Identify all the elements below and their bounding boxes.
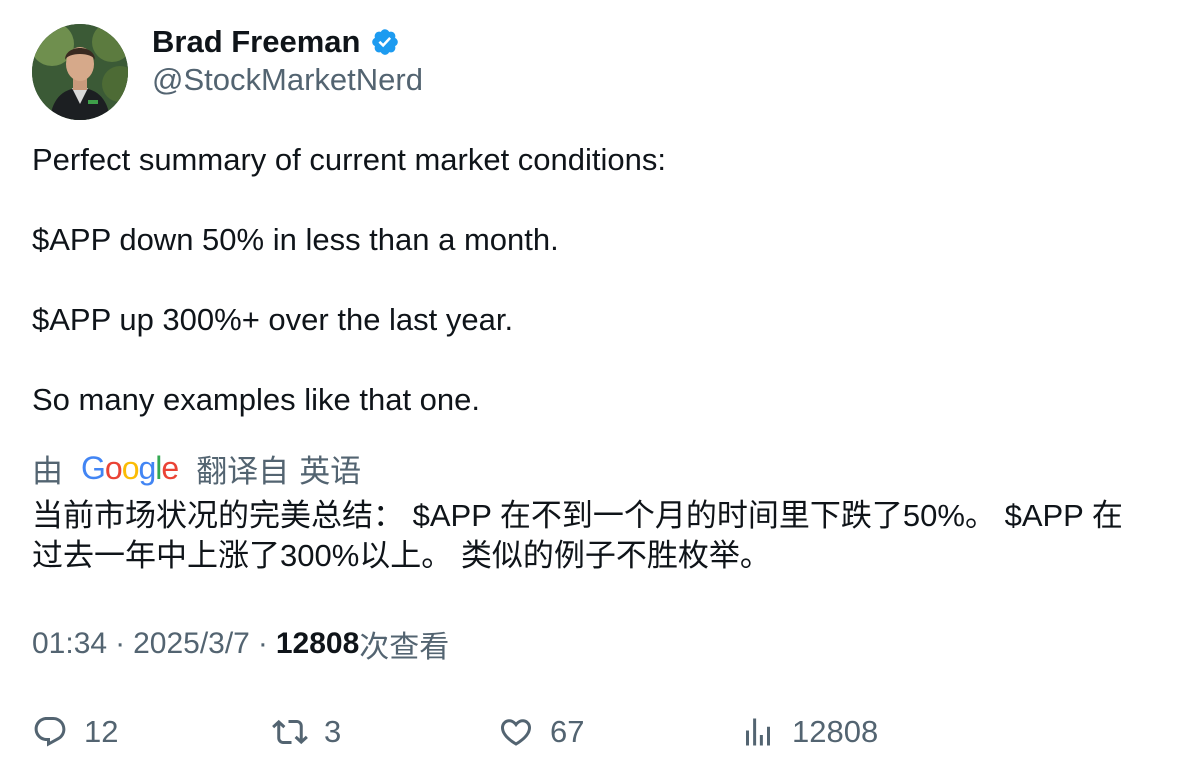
- views-action-count: 12808: [792, 714, 879, 749]
- tweet-line: So many examples like that one.: [32, 382, 481, 417]
- retweet-icon: [272, 719, 308, 745]
- google-logo: Google: [81, 449, 179, 486]
- source-language-link[interactable]: 英语: [299, 446, 361, 491]
- meta-separator: ·: [115, 627, 126, 660]
- reply-button[interactable]: 12: [32, 710, 118, 754]
- translation-suffix: 翻译自: [196, 453, 290, 489]
- translated-line: 过去一年中上涨了300%以上。 类似的例子不胜枚举。: [32, 538, 771, 573]
- analytics-icon: [746, 718, 770, 746]
- views-label: 次查看: [359, 631, 450, 664]
- tweet-line: Perfect summary of current market condit…: [32, 142, 667, 177]
- translated-line: 当前市场状况的完美总结： $APP 在不到一个月的时间里下跌了50%。 $APP…: [32, 498, 1123, 533]
- author-handle[interactable]: @StockMarketNerd: [152, 62, 423, 98]
- retweet-button[interactable]: 3: [272, 710, 341, 754]
- tweet-text: Perfect summary of current market condit…: [32, 140, 1172, 420]
- avatar[interactable]: [32, 24, 128, 120]
- retweet-count: 3: [324, 714, 342, 749]
- views-button[interactable]: 12808: [740, 710, 878, 754]
- reply-count: 12: [84, 714, 119, 749]
- tweet-meta: 01:34 · 2025/3/7 · 12808 次查看: [32, 624, 449, 664]
- views-count: 12808: [275, 627, 360, 660]
- translation-attribution: 由 Google 翻译自 英语: [32, 446, 361, 490]
- translated-text: 当前市场状况的完美总结： $APP 在不到一个月的时间里下跌了50%。 $APP…: [32, 496, 1172, 576]
- heart-icon: [500, 719, 532, 746]
- verified-badge-icon: [370, 27, 400, 57]
- tweet-date[interactable]: 2025/3/7: [133, 627, 250, 661]
- tweet-time[interactable]: 01:34: [32, 627, 107, 661]
- reply-icon: [34, 717, 66, 747]
- translation-prefix: 由: [32, 453, 63, 489]
- avatar-image: [32, 24, 128, 120]
- author-name-row: Brad Freeman: [152, 22, 400, 62]
- meta-separator: ·: [257, 627, 268, 660]
- author-name[interactable]: Brad Freeman: [152, 24, 360, 60]
- tweet-line: $APP down 50% in less than a month.: [32, 222, 559, 257]
- tweet-actions: 12 3 67 12808: [32, 710, 1172, 754]
- like-button[interactable]: 67: [498, 710, 584, 754]
- like-count: 67: [550, 714, 585, 749]
- tweet-line: $APP up 300%+ over the last year.: [32, 302, 514, 337]
